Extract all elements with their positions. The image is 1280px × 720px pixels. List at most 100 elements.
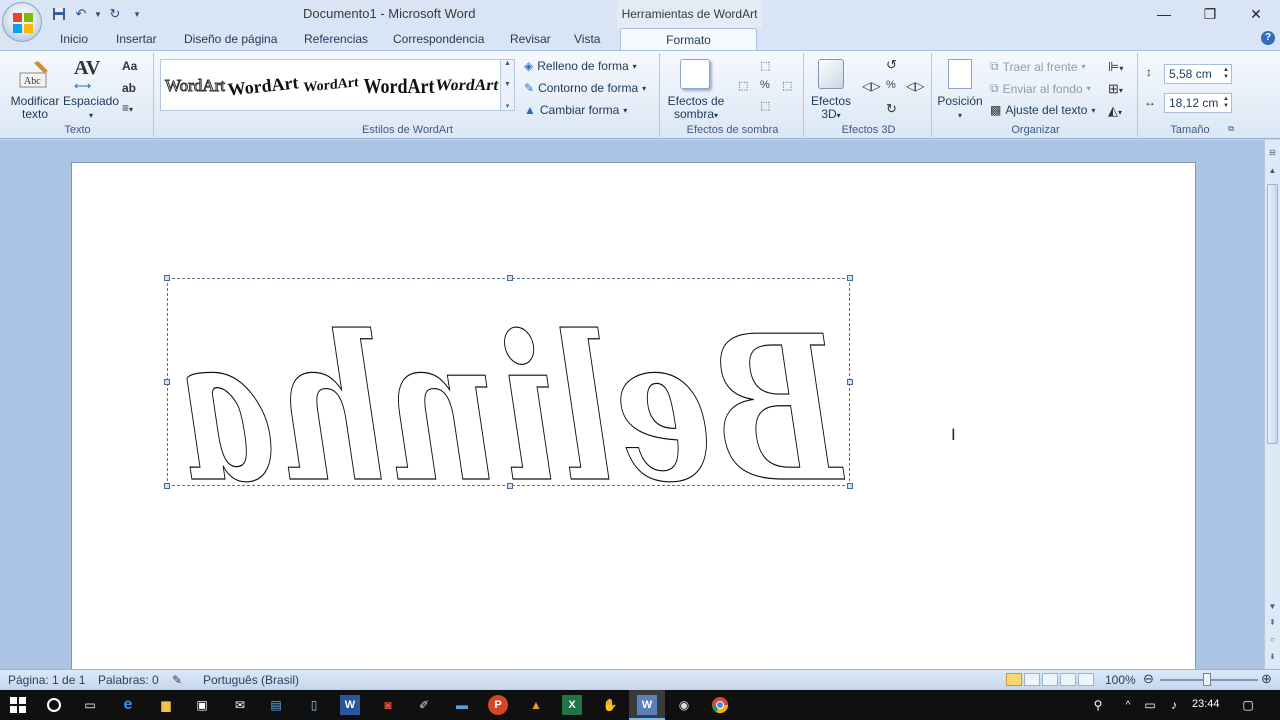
scroll-down-icon[interactable]: ▼ bbox=[1267, 602, 1278, 611]
posicion-button[interactable]: Posición ▾ bbox=[934, 95, 986, 122]
save-icon[interactable] bbox=[50, 5, 68, 23]
align-icon[interactable]: ≡▾ bbox=[122, 101, 133, 115]
help-icon[interactable]: ? bbox=[1261, 31, 1275, 45]
gallery-up-icon[interactable]: ▲ bbox=[504, 60, 511, 67]
tab-formato[interactable]: Formato bbox=[620, 28, 757, 52]
view-full-screen-icon[interactable] bbox=[1024, 673, 1040, 686]
view-print-layout-icon[interactable] bbox=[1006, 673, 1022, 686]
efectos-sombra-button[interactable]: Efectos de sombra▾ bbox=[664, 95, 728, 122]
word-count[interactable]: Palabras: 0 bbox=[98, 673, 159, 687]
wordart-style-5[interactable]: WordArt bbox=[432, 64, 502, 108]
network-icon[interactable]: ▭ bbox=[1140, 695, 1160, 715]
wordart-style-1[interactable]: WordArt bbox=[163, 64, 227, 108]
view-web-layout-icon[interactable] bbox=[1042, 673, 1058, 686]
tab-diseno-pagina[interactable]: Diseño de página bbox=[184, 32, 277, 46]
wordart-style-2[interactable]: WordArt bbox=[227, 61, 300, 111]
resize-handle-top[interactable] bbox=[507, 275, 513, 281]
height-spinner[interactable]: ▲ ▼ bbox=[1223, 67, 1229, 81]
tab-correspondencia[interactable]: Correspondencia bbox=[393, 32, 484, 46]
game-app-icon[interactable]: ◉ bbox=[674, 695, 694, 715]
tab-inicio[interactable]: Inicio bbox=[60, 32, 88, 46]
mail-icon[interactable]: ✉ bbox=[230, 695, 250, 715]
wordart-style-3[interactable]: WordArt bbox=[299, 61, 363, 112]
zoom-level[interactable]: 100% bbox=[1105, 673, 1136, 687]
notepad-icon[interactable]: ▯ bbox=[304, 695, 324, 715]
powerpoint-icon[interactable]: P bbox=[488, 695, 508, 715]
gallery-scroll[interactable]: ▲ ▼ ▾ bbox=[500, 60, 514, 110]
tab-insertar[interactable]: Insertar bbox=[116, 32, 157, 46]
vertical-text-icon[interactable]: ab bbox=[122, 81, 136, 95]
zoom-slider-thumb[interactable] bbox=[1203, 673, 1211, 686]
ruler-toggle-icon[interactable]: ⊟ bbox=[1267, 148, 1278, 157]
page-count[interactable]: Página: 1 de 1 bbox=[8, 673, 85, 687]
chrome-icon[interactable] bbox=[710, 695, 730, 715]
show-hidden-icons-icon[interactable]: ^ bbox=[1118, 695, 1138, 715]
volume-icon[interactable]: ♪ bbox=[1164, 695, 1184, 715]
tab-referencias[interactable]: Referencias bbox=[304, 32, 368, 46]
view-draft-icon[interactable] bbox=[1078, 673, 1094, 686]
store-icon[interactable]: ▣ bbox=[192, 695, 212, 715]
office-button[interactable] bbox=[2, 2, 42, 42]
shadow-nudge-down-icon[interactable]: ⬚ bbox=[760, 99, 770, 112]
wordart-style-4[interactable]: WordArt bbox=[364, 60, 435, 113]
tab-revisar[interactable]: Revisar bbox=[510, 32, 551, 46]
same-height-icon[interactable]: Aa bbox=[122, 59, 137, 73]
undo-dropdown-icon[interactable]: ▼ bbox=[94, 5, 102, 23]
proofing-icon[interactable]: ✎ bbox=[172, 673, 182, 687]
word-taskbar-icon[interactable]: W bbox=[340, 695, 360, 715]
app-red-icon[interactable]: ◙ bbox=[378, 695, 398, 715]
shadow-nudge-left-icon[interactable]: ⬚ bbox=[738, 79, 748, 92]
cambiar-forma-button[interactable]: ▲ Cambiar forma ▾ bbox=[524, 103, 627, 117]
width-spinner[interactable]: ▲ ▼ bbox=[1223, 96, 1229, 110]
wordart-app-icon[interactable]: W bbox=[637, 695, 657, 715]
resize-handle-top-right[interactable] bbox=[847, 275, 853, 281]
restore-icon[interactable]: ❐ bbox=[1187, 0, 1233, 28]
resize-handle-left[interactable] bbox=[164, 379, 170, 385]
traer-frente-button[interactable]: ⧉ Traer al frente ▾ bbox=[990, 59, 1086, 74]
scroll-up-icon[interactable]: ▲ bbox=[1267, 166, 1278, 175]
align-objects-icon[interactable]: ⊫▾ bbox=[1108, 59, 1123, 75]
view-outline-icon[interactable] bbox=[1060, 673, 1076, 686]
efectos-3d-button[interactable]: Efectos 3D▾ bbox=[806, 95, 856, 122]
espaciado-button[interactable]: Espaciado ▾ bbox=[62, 95, 120, 122]
pen-app-icon[interactable]: ✐ bbox=[414, 695, 434, 715]
contorno-forma-button[interactable]: ✎ Contorno de forma ▾ bbox=[524, 81, 646, 95]
tilt-left-icon[interactable]: ◁▷ bbox=[862, 79, 880, 93]
ajuste-texto-button[interactable]: ▩ Ajuste del texto ▾ bbox=[990, 103, 1095, 117]
gallery-more-icon[interactable]: ▾ bbox=[506, 102, 510, 110]
browse-object-icon[interactable]: ○ bbox=[1267, 635, 1278, 644]
zoom-out-icon[interactable]: ⊖ bbox=[1143, 671, 1154, 687]
vlc-icon[interactable]: ▲ bbox=[526, 695, 546, 715]
height-input[interactable]: 5,58 cm ▲ ▼ bbox=[1164, 64, 1232, 84]
resize-handle-top-left[interactable] bbox=[164, 275, 170, 281]
cortana-search-icon[interactable] bbox=[44, 695, 64, 715]
shadow-toggle-icon[interactable]: % bbox=[760, 79, 770, 91]
tilt-up-icon[interactable]: ↺ bbox=[886, 57, 897, 73]
tilt-right-icon[interactable]: ◁▷ bbox=[906, 79, 924, 93]
3d-toggle-icon[interactable]: % bbox=[886, 79, 896, 91]
language-indicator[interactable]: Português (Brasil) bbox=[203, 673, 299, 687]
file-explorer-icon[interactable]: ▆ bbox=[156, 695, 176, 715]
customize-qat-icon[interactable]: ▾ bbox=[128, 5, 146, 23]
zoom-in-icon[interactable]: ⊕ bbox=[1261, 671, 1272, 687]
relleno-forma-button[interactable]: ◈ Relleno de forma ▾ bbox=[524, 59, 637, 73]
windows-start-icon[interactable] bbox=[8, 695, 28, 715]
photos-icon[interactable]: ▤ bbox=[266, 695, 286, 715]
resize-handle-right[interactable] bbox=[847, 379, 853, 385]
desktop-app-icon[interactable]: ▬ bbox=[452, 695, 472, 715]
tab-vista[interactable]: Vista bbox=[574, 32, 600, 46]
excel-icon[interactable]: X bbox=[562, 695, 582, 715]
redo-icon[interactable]: ↻ bbox=[106, 5, 124, 23]
edge-icon[interactable]: e bbox=[118, 695, 138, 715]
taskbar-clock[interactable]: 23:44 bbox=[1192, 698, 1220, 710]
undo-icon[interactable]: ↶ bbox=[72, 5, 90, 23]
next-page-icon[interactable]: ⇟ bbox=[1267, 652, 1278, 661]
shadow-nudge-right-icon[interactable]: ⬚ bbox=[782, 79, 792, 92]
people-icon[interactable]: ⚲ bbox=[1088, 695, 1108, 715]
width-input[interactable]: 18,12 cm ▲ ▼ bbox=[1164, 93, 1232, 113]
app-orange-icon[interactable]: ✋ bbox=[600, 695, 620, 715]
scroll-thumb[interactable] bbox=[1267, 184, 1278, 444]
wordart-object[interactable]: Belinha bbox=[164, 275, 853, 528]
task-view-icon[interactable]: ▭ bbox=[80, 695, 100, 715]
gallery-down-icon[interactable]: ▼ bbox=[504, 81, 511, 88]
